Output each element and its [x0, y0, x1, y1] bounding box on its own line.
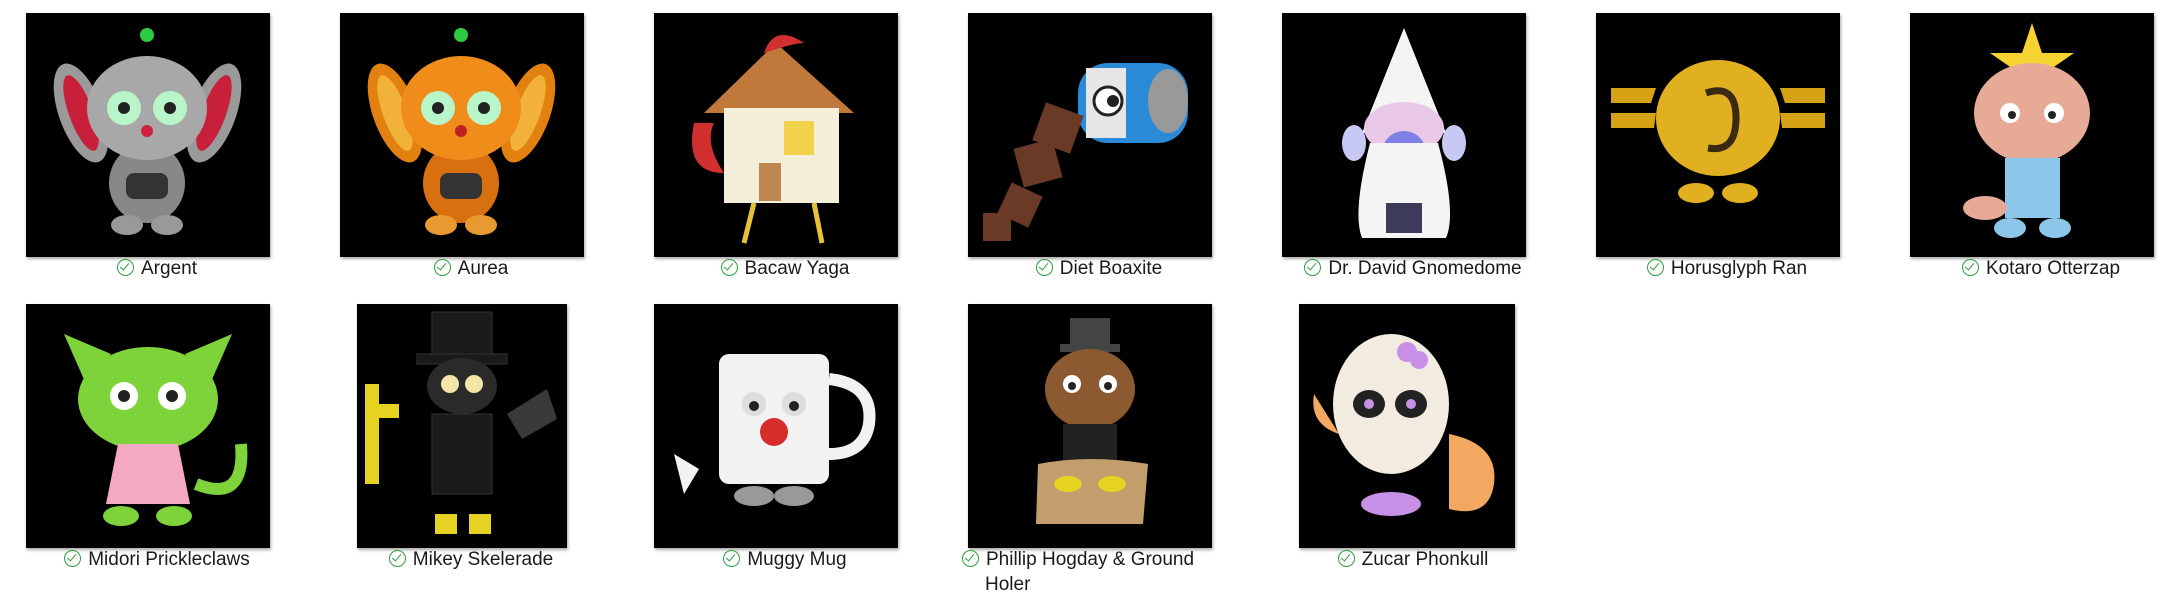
- file-name-label: Horusglyph Ran: [1570, 256, 1884, 281]
- file-tile[interactable]: Horusglyph Ran: [1570, 0, 1884, 300]
- sync-check-icon: [962, 550, 979, 567]
- thumbnail-diet-boaxite: [968, 13, 1212, 257]
- file-grid: Argent Aurea Bacaw Yaga Diet Boaxite Dr.…: [0, 0, 2179, 610]
- file-name-label: Argent: [0, 256, 314, 281]
- file-tile[interactable]: Mikey Skelerade: [314, 291, 628, 591]
- file-name-label: Bacaw Yaga: [628, 256, 942, 281]
- sync-check-icon: [720, 259, 738, 276]
- thumbnail-dr-david-gnomedome: [1282, 13, 1526, 257]
- thumbnail-muggy-mug: [654, 304, 898, 548]
- sync-check-icon: [1304, 259, 1322, 276]
- file-name-label: Kotaro Otterzap: [1884, 256, 2179, 281]
- file-tile[interactable]: Phillip Hogday & Ground Holer: [942, 291, 1256, 595]
- file-tile[interactable]: Aurea: [314, 0, 628, 300]
- file-name-label: Phillip Hogday & Ground Holer: [962, 547, 1242, 597]
- file-name-label: Aurea: [314, 256, 628, 281]
- file-tile[interactable]: Bacaw Yaga: [628, 0, 942, 300]
- sync-check-icon: [1337, 550, 1355, 567]
- sync-check-icon: [388, 550, 406, 567]
- file-name-label: Zucar Phonkull: [1256, 547, 1570, 572]
- thumbnail-midori-prickleclaws: [26, 304, 270, 548]
- thumbnail-mikey-skelerade: [357, 304, 567, 548]
- file-tile[interactable]: Diet Boaxite: [942, 0, 1256, 300]
- sync-check-icon: [117, 259, 134, 276]
- thumbnail-zucar-phonkull: [1299, 304, 1515, 548]
- sync-check-icon: [723, 550, 741, 567]
- sync-check-icon: [433, 259, 451, 276]
- file-tile[interactable]: Zucar Phonkull: [1256, 291, 1570, 591]
- file-tile[interactable]: Argent: [0, 0, 314, 300]
- sync-check-icon: [1646, 259, 1664, 276]
- thumbnail-horusglyph-ran: [1596, 13, 1840, 257]
- thumbnail-phillip-hogday: [968, 304, 1212, 548]
- thumbnail-kotaro-otterzap: [1910, 13, 2154, 257]
- file-name-label: Muggy Mug: [628, 547, 942, 572]
- file-name-label: Mikey Skelerade: [314, 547, 628, 572]
- sync-check-icon: [1961, 259, 1979, 276]
- sync-check-icon: [1035, 259, 1053, 276]
- thumbnail-aurea: [340, 13, 584, 257]
- file-name-label: Midori Prickleclaws: [0, 547, 314, 572]
- thumbnail-argent: [26, 13, 270, 257]
- file-tile[interactable]: Kotaro Otterzap: [1884, 0, 2179, 300]
- file-tile[interactable]: Muggy Mug: [628, 291, 942, 591]
- file-tile[interactable]: Midori Prickleclaws: [0, 291, 314, 591]
- file-tile[interactable]: Dr. David Gnomedome: [1256, 0, 1570, 300]
- thumbnail-bacaw-yaga: [654, 13, 898, 257]
- file-name-label: Diet Boaxite: [942, 256, 1256, 281]
- sync-check-icon: [64, 550, 82, 567]
- file-name-label: Dr. David Gnomedome: [1256, 256, 1570, 281]
